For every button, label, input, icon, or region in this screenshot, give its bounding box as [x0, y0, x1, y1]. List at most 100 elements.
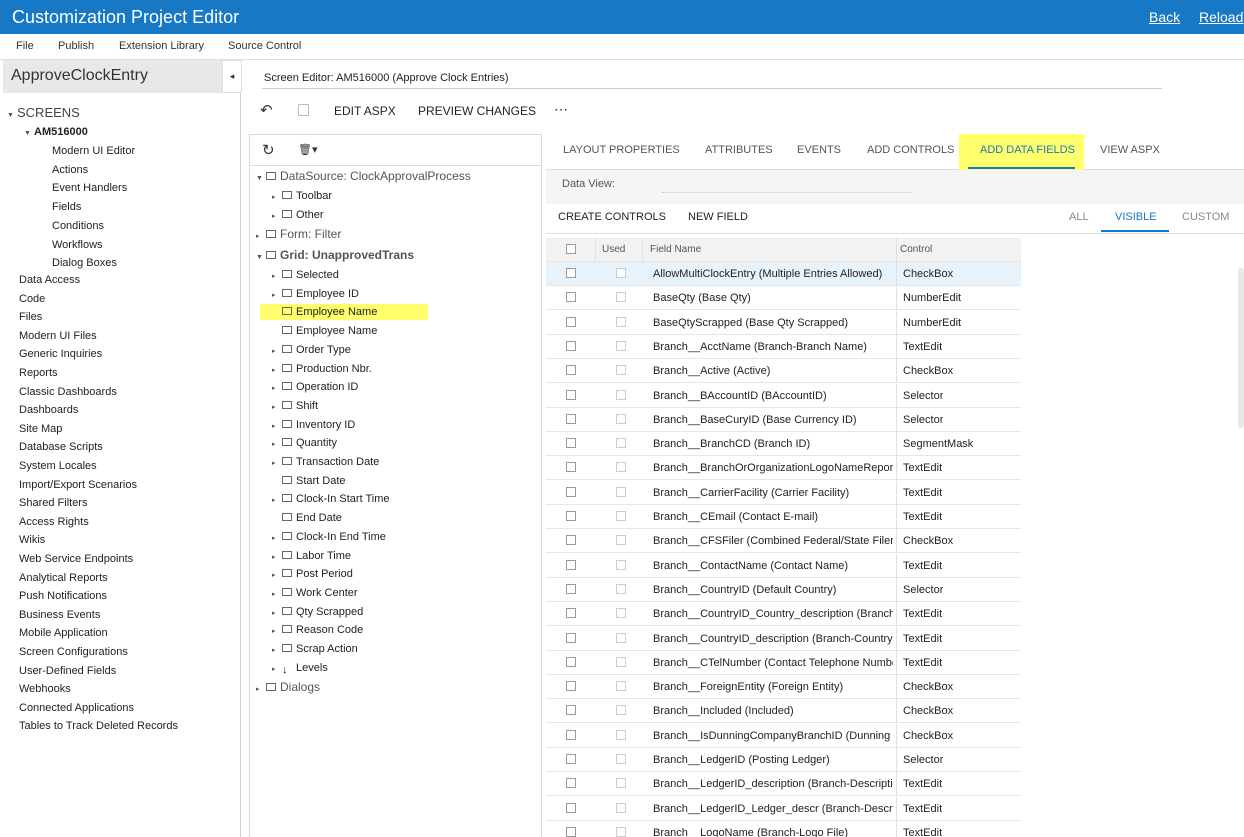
screen-subitem[interactable]: Modern UI Editor — [52, 145, 135, 157]
tree-node-field[interactable]: ▸ Reason Code — [272, 624, 363, 636]
table-row[interactable]: Branch__CountryID_description (Branch-Co… — [546, 626, 1021, 651]
row-select-checkbox[interactable] — [566, 681, 576, 692]
tree-node-field[interactable]: ▸ Qty Scrapped — [272, 606, 363, 618]
tree-node-field[interactable]: ▸ Inventory ID — [272, 419, 355, 431]
back-link[interactable]: Back — [1149, 9, 1180, 25]
row-select-checkbox[interactable] — [566, 656, 576, 667]
sidebar-item[interactable]: Data Access — [19, 274, 80, 286]
row-select-checkbox[interactable] — [566, 583, 576, 594]
more-options-icon[interactable]: ⋯ — [554, 101, 568, 118]
tree-node-field[interactable]: ▸ Transaction Date — [272, 456, 379, 468]
tree-node-field[interactable]: ▸ Production Nbr. — [272, 363, 372, 375]
screen-subitem[interactable]: Actions — [52, 164, 88, 176]
tree-node-field[interactable]: Start Date — [272, 475, 346, 487]
filter-all[interactable]: ALL — [1069, 211, 1089, 223]
menu-source-control[interactable]: Source Control — [228, 40, 301, 52]
table-row[interactable]: Branch__ContactName (Contact Name) TextEd… — [546, 553, 1021, 578]
tree-node-field[interactable]: ▸ Work Center — [272, 587, 358, 599]
sidebar-item[interactable]: Connected Applications — [19, 702, 134, 714]
table-row[interactable]: Branch__LogoName (Branch-Logo File) TextE… — [546, 820, 1021, 837]
sidebar-item[interactable]: Code — [19, 293, 45, 305]
row-select-checkbox[interactable] — [566, 511, 576, 521]
collapsed-triangle-icon[interactable]: ▸ — [272, 646, 282, 654]
select-all-checkbox[interactable] — [566, 244, 576, 254]
table-row[interactable]: Branch__LedgerID_description (Branch-Des… — [546, 772, 1021, 797]
tree-node-field[interactable]: ▸ Order Type — [272, 344, 351, 356]
dataview-select[interactable] — [662, 192, 912, 193]
row-select-checkbox[interactable] — [566, 632, 576, 643]
tree-node-field[interactable]: ▸ Employee ID — [272, 288, 359, 300]
tree-node-field[interactable]: Employee Name — [272, 325, 377, 337]
sidebar-item[interactable]: System Locales — [19, 460, 97, 472]
table-row[interactable]: AllowMultiClockEntry (Multiple Entries A… — [546, 262, 1021, 286]
tree-node-toolbar[interactable]: ▸ Toolbar — [272, 190, 332, 202]
tree-node-datasource[interactable]: ▼ DataSource: ClockApprovalProcess — [256, 169, 471, 183]
table-row[interactable]: Branch__CTelNumber (Contact Telephone Nu… — [546, 650, 1021, 675]
expanded-triangle-icon[interactable]: ▼ — [256, 254, 266, 261]
row-select-checkbox[interactable] — [566, 365, 576, 376]
reload-link[interactable]: Reload — [1199, 9, 1243, 25]
row-select-checkbox[interactable] — [566, 535, 576, 546]
table-row[interactable]: Branch__CarrierFacility (Carrier Facilit… — [546, 480, 1021, 505]
refresh-icon[interactable]: ↻ — [262, 141, 275, 159]
sidebar-item[interactable]: Site Map — [19, 423, 62, 435]
tab-view-aspx[interactable]: VIEW ASPX — [1100, 144, 1160, 156]
tree-node-field[interactable]: ▸ Operation ID — [272, 381, 358, 393]
screen-subitem[interactable]: Fields — [52, 201, 81, 213]
row-select-checkbox[interactable] — [566, 486, 576, 497]
row-select-checkbox[interactable] — [566, 826, 576, 837]
tree-node-field[interactable]: ▸ Shift — [272, 400, 318, 412]
row-select-checkbox[interactable] — [566, 462, 576, 473]
sidebar-item[interactable]: Web Service Endpoints — [19, 553, 133, 565]
table-row[interactable]: BaseQtyScrapped (Base Qty Scrapped) Numbe… — [546, 310, 1021, 335]
tree-node-field[interactable]: ▸ Clock-In End Time — [272, 531, 386, 543]
row-select-checkbox[interactable] — [566, 413, 576, 424]
preview-changes-button[interactable]: PREVIEW CHANGES — [418, 104, 536, 118]
screen-subitem[interactable]: Dialog Boxes — [52, 257, 117, 269]
filter-visible[interactable]: VISIBLE — [1115, 211, 1157, 223]
screen-subitem[interactable]: Workflows — [52, 239, 103, 251]
save-icon[interactable] — [298, 104, 309, 116]
sidebar-item[interactable]: Push Notifications — [19, 590, 107, 602]
sidebar-item[interactable]: Import/Export Scenarios — [19, 479, 137, 491]
collapse-panel-button[interactable]: ◂ — [222, 60, 242, 93]
header-control[interactable]: Control — [900, 244, 932, 255]
tree-node-field[interactable]: ▸ Selected — [272, 269, 339, 281]
table-row[interactable]: Branch__CEmail (Contact E-mail) TextEdit — [546, 505, 1021, 529]
row-select-checkbox[interactable] — [566, 389, 576, 400]
table-row[interactable]: Branch__BaseCuryID (Base Currency ID) Sel… — [546, 407, 1021, 432]
tree-node-grid[interactable]: ▼ Grid: UnapprovedTrans — [256, 248, 414, 262]
new-field-button[interactable]: NEW FIELD — [688, 211, 748, 223]
tree-node-field[interactable]: ▸ Scrap Action — [272, 643, 358, 655]
collapsed-triangle-icon[interactable]: ▸ — [272, 590, 282, 598]
row-select-checkbox[interactable] — [566, 705, 576, 716]
table-row[interactable]: Branch__IsDunningCompanyBranchID (Dunnin… — [546, 723, 1021, 748]
screen-subitem[interactable]: Conditions — [52, 220, 104, 232]
sidebar-item[interactable]: Screen Configurations — [19, 646, 128, 658]
row-select-checkbox[interactable] — [566, 559, 576, 570]
menu-file[interactable]: File — [16, 40, 34, 52]
table-row[interactable]: Branch__Included (Included) CheckBox — [546, 699, 1021, 724]
tree-node-field[interactable]: ▸ ↓ Levels — [272, 662, 328, 676]
tree-node-field[interactable]: ▸ Quantity — [272, 437, 337, 449]
sidebar-item[interactable]: Shared Filters — [19, 497, 87, 509]
tab-events[interactable]: EVENTS — [797, 144, 841, 156]
sidebar-item[interactable]: Access Rights — [19, 516, 89, 528]
collapsed-triangle-icon[interactable]: ▸ — [256, 685, 266, 693]
scrollbar[interactable] — [1238, 268, 1244, 428]
table-row[interactable]: Branch__CountryID_Country_description (B… — [546, 602, 1021, 627]
filter-custom[interactable]: CUSTOM — [1182, 211, 1229, 223]
sidebar-item[interactable]: Files — [19, 311, 42, 323]
sidebar-item[interactable]: Analytical Reports — [19, 572, 108, 584]
sidebar-item[interactable]: Webhooks — [19, 683, 71, 695]
edit-aspx-button[interactable]: EDIT ASPX — [334, 104, 396, 118]
table-row[interactable]: Branch__Active (Active) CheckBox — [546, 359, 1021, 384]
create-controls-button[interactable]: CREATE CONTROLS — [558, 211, 666, 223]
sidebar-item[interactable]: Dashboards — [19, 404, 78, 416]
tab-attributes[interactable]: ATTRIBUTES — [705, 144, 773, 156]
sidebar-item[interactable]: Wikis — [19, 534, 45, 546]
collapsed-triangle-icon[interactable]: ▸ — [272, 384, 282, 392]
sidebar-item[interactable]: User-Defined Fields — [19, 665, 116, 677]
row-select-checkbox[interactable] — [566, 802, 576, 813]
collapsed-triangle-icon[interactable]: ▸ — [272, 347, 282, 355]
